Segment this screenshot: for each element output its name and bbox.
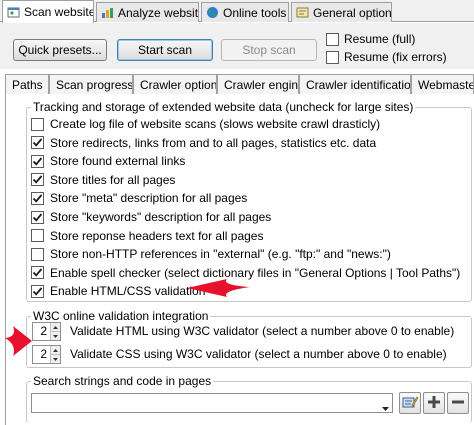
start-scan-button[interactable]: Start scan (117, 39, 213, 61)
w3c-group-title: W3C online validation integration (31, 309, 211, 323)
resume-fix-errors-option[interactable]: Resume (fix errors) (326, 50, 447, 64)
tab-general-options[interactable]: General options (291, 2, 392, 22)
search-strings-combo[interactable] (31, 393, 393, 413)
resume-full-checkbox[interactable] (326, 32, 339, 46)
tab-paths[interactable]: Paths (5, 74, 49, 94)
edit-list-icon (402, 395, 419, 412)
tracking-option[interactable]: Store "keywords" description for all pag… (31, 210, 271, 224)
css-validation-spinner[interactable]: 2 (32, 345, 61, 364)
tracking-option[interactable]: Enable HTML/CSS validation (31, 284, 205, 298)
tab-webmaster-filters[interactable]: Webmaster filters (411, 74, 474, 94)
tracking-option-label: Enable HTML/CSS validation (50, 284, 206, 299)
tracking-option[interactable]: Store "meta" description for all pages (31, 191, 247, 205)
tracking-option-checkbox[interactable] (31, 229, 44, 243)
tracking-option[interactable]: Create log file of website scans (slows … (31, 117, 380, 131)
tab-online-tools[interactable]: Online tools (201, 2, 289, 22)
crawler-options-panel: Tracking and storage of extended website… (5, 94, 474, 425)
tracking-option-checkbox[interactable] (31, 247, 44, 261)
scan-icon (7, 6, 20, 19)
tab-scan-website[interactable]: Scan website (2, 0, 94, 23)
minus-icon (452, 396, 464, 411)
tracking-option[interactable]: Store found external links (31, 154, 185, 168)
tracking-option-label: Create log file of website scans (slows … (50, 117, 381, 131)
tracking-option-label: Store "meta" description for all pages (50, 191, 248, 206)
tracking-option-checkbox[interactable] (31, 173, 44, 187)
tracking-option-checkbox[interactable] (31, 154, 44, 168)
html-validation-value[interactable]: 2 (33, 323, 50, 340)
resume-fix-errors-checkbox[interactable] (326, 50, 339, 64)
tracking-option-checkbox[interactable] (31, 136, 44, 150)
stop-scan-button[interactable]: Stop scan (221, 39, 317, 61)
tab-label: Analyze website (118, 5, 199, 20)
tracking-option-label: Store non-HTTP references in "external" … (50, 247, 391, 262)
tracking-option-checkbox[interactable] (31, 117, 44, 131)
tracking-option-label: Store found external links (50, 154, 186, 169)
options-icon (296, 6, 309, 19)
resume-full-label: Resume (full) (344, 32, 416, 46)
tracking-option-label: Store titles for all pages (50, 172, 176, 187)
tracking-option[interactable]: Store redirects, links from and to all p… (31, 136, 376, 150)
html-validation-spinner[interactable]: 2 (32, 322, 61, 341)
css-validation-label: Validate CSS using W3C validator (select… (70, 347, 447, 361)
tab-label: Online tools (223, 5, 287, 20)
scan-toolbar: Quick presets... Start scan Stop scan Re… (0, 23, 474, 69)
tracking-option-checkbox[interactable] (31, 210, 44, 224)
tracking-option[interactable]: Store non-HTTP references in "external" … (31, 247, 391, 261)
tab-analyze-website[interactable]: Analyze website (96, 2, 199, 22)
options-sub-tab-bar: Paths Scan progress Crawler options Craw… (5, 74, 474, 94)
main-tab-bar: Scan website Analyze website Online tool… (0, 0, 474, 23)
remove-search-button[interactable] (447, 392, 469, 414)
tracking-option[interactable]: Enable spell checker (select dictionary … (31, 266, 460, 280)
html-validation-label: Validate HTML using W3C validator (selec… (70, 324, 455, 338)
edit-search-button[interactable] (399, 392, 421, 414)
chevron-down-icon[interactable] (382, 400, 389, 414)
resume-fix-errors-label: Resume (fix errors) (344, 50, 447, 64)
tab-label: General options (313, 5, 392, 20)
resume-full-option[interactable]: Resume (full) (326, 32, 415, 46)
tracking-option-label: Enable spell checker (select dictionary … (50, 265, 461, 280)
tab-label: Scan website (24, 5, 94, 19)
tab-scan-progress[interactable]: Scan progress (49, 74, 133, 94)
tab-crawler-identification[interactable]: Crawler identification (299, 74, 411, 94)
spin-up-icon[interactable] (51, 323, 60, 331)
add-search-button[interactable] (423, 392, 445, 414)
search-group-title: Search strings and code in pages (31, 374, 214, 388)
tracking-option-checkbox[interactable] (31, 191, 44, 205)
tracking-option-label: Store reponse headers text for all pages (50, 228, 264, 243)
globe-icon (206, 6, 219, 19)
quick-presets-button[interactable]: Quick presets... (13, 39, 107, 61)
tracking-option-label: Store "keywords" description for all pag… (50, 210, 272, 224)
css-validation-value[interactable]: 2 (33, 346, 50, 363)
tracking-option-label: Store redirects, links from and to all p… (50, 135, 377, 150)
spin-down-icon[interactable] (51, 354, 60, 363)
tracking-option[interactable]: Store titles for all pages (31, 173, 175, 187)
analyze-icon (101, 6, 114, 19)
tab-crawler-options[interactable]: Crawler options (133, 74, 217, 94)
spin-up-icon[interactable] (51, 346, 60, 354)
tracking-option-checkbox[interactable] (31, 266, 44, 280)
tracking-option-checkbox[interactable] (31, 284, 44, 298)
plus-icon (428, 395, 440, 411)
spin-down-icon[interactable] (51, 331, 60, 340)
tracking-option[interactable]: Store reponse headers text for all pages (31, 229, 263, 243)
tracking-group-title: Tracking and storage of extended website… (31, 100, 416, 114)
tab-crawler-engine[interactable]: Crawler engine (217, 74, 299, 94)
